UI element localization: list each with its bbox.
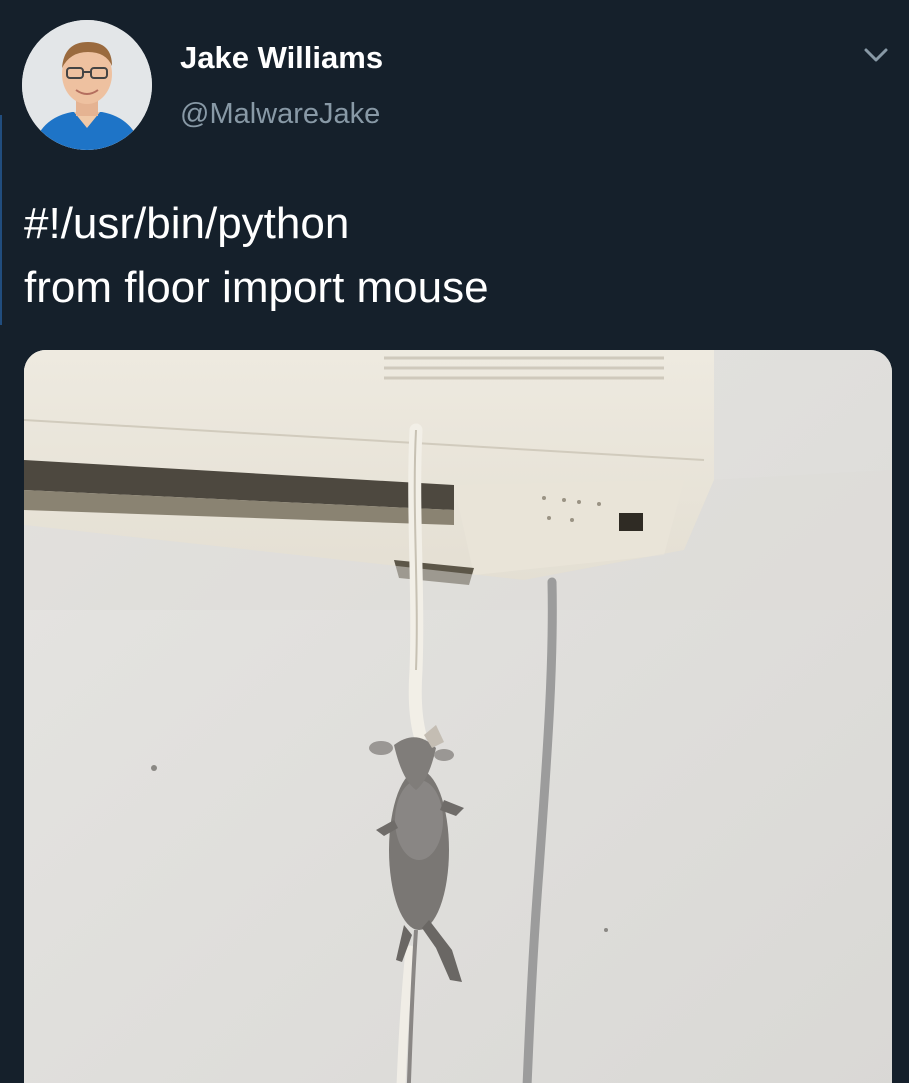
author-handle[interactable]: @MalwareJake (180, 98, 380, 131)
mouse-on-cable-photo (24, 350, 892, 1083)
avatar[interactable] (22, 20, 152, 150)
tweet-card: Jake Williams @MalwareJake #!/usr/bin/py… (0, 0, 909, 1083)
tweet-media-image[interactable] (24, 350, 892, 1083)
tweet-text-line: #!/usr/bin/python (24, 199, 350, 248)
tweet-text-line: from floor import mouse (24, 263, 489, 312)
tweet-text: #!/usr/bin/python from floor import mous… (24, 192, 884, 320)
author-name[interactable]: Jake Williams (180, 40, 383, 76)
chevron-down-icon[interactable] (858, 40, 894, 70)
avatar-portrait (22, 20, 152, 150)
thread-edge-line (0, 115, 2, 325)
